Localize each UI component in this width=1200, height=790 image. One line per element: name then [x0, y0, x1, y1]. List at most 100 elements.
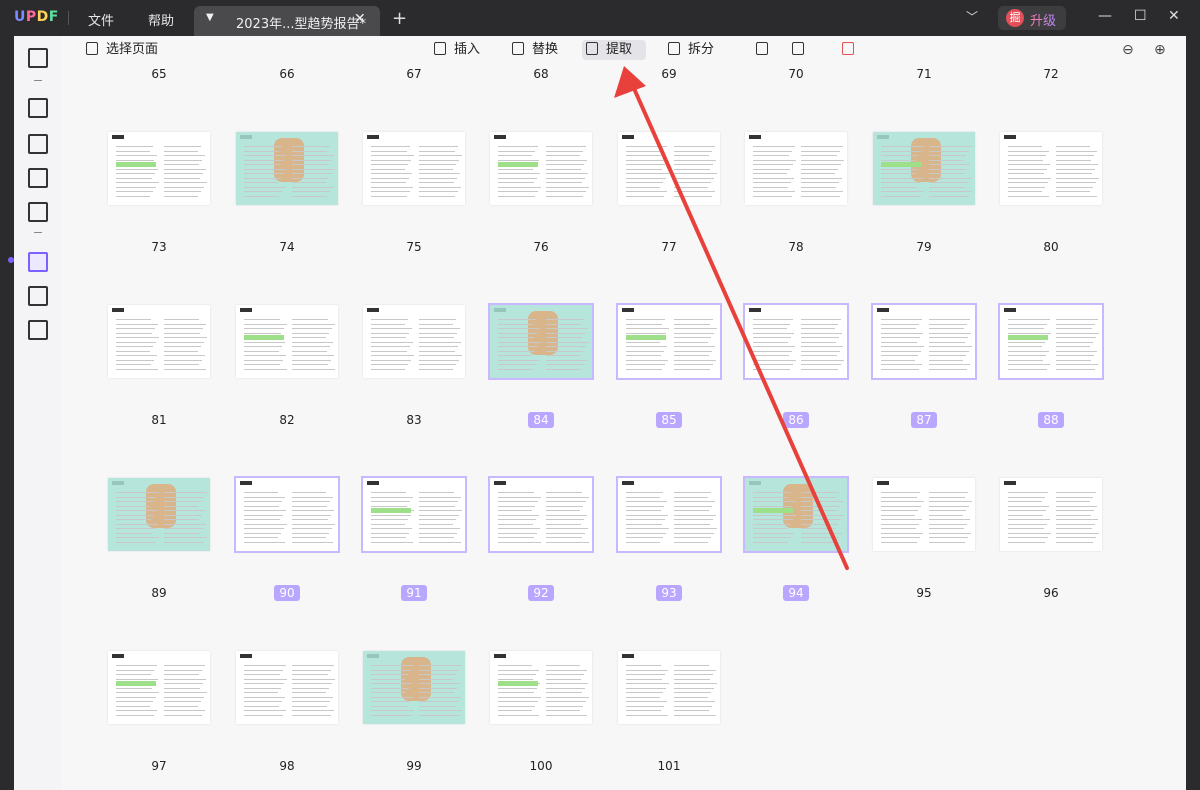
thumb-text-line — [753, 364, 793, 365]
page-thumbnail[interactable] — [236, 132, 338, 205]
thumb-text-line — [801, 368, 838, 370]
convert-icon[interactable] — [28, 320, 48, 340]
thumb-text-line — [498, 510, 532, 511]
thumb-text-line — [244, 528, 284, 529]
page-thumbnail[interactable] — [488, 476, 594, 553]
page-thumbnail[interactable] — [873, 132, 975, 205]
page-thumbnail[interactable] — [1000, 478, 1102, 551]
thumb-text-line — [371, 146, 410, 147]
page-thumbnail[interactable] — [488, 303, 594, 380]
thumb-text-line — [801, 501, 843, 502]
thumb-highlight — [116, 681, 156, 686]
page-thumbnail[interactable] — [743, 476, 849, 553]
page-thumbnail[interactable] — [108, 651, 210, 724]
page-thumbnail[interactable] — [490, 132, 592, 205]
chevron-down-icon[interactable]: ﹀ — [966, 8, 978, 25]
zoom-out-icon[interactable]: ⊖ — [1122, 42, 1134, 58]
tab-dropdown-icon[interactable]: ▼ — [206, 12, 214, 23]
crop-icon[interactable] — [28, 286, 48, 306]
comment-icon[interactable] — [28, 98, 48, 118]
thumb-logo — [494, 135, 506, 139]
split-button[interactable]: 拆分 — [668, 40, 714, 60]
split-icon — [668, 42, 680, 55]
page-thumbnail[interactable] — [873, 478, 975, 551]
avatar: 掘 — [1006, 9, 1024, 27]
delete-button[interactable] — [842, 40, 862, 60]
page-thumbnail[interactable] — [1000, 132, 1102, 205]
page-thumbnail[interactable] — [108, 132, 210, 205]
page-number: 95 — [916, 586, 932, 600]
thumb-text-line — [1056, 501, 1090, 502]
page-thumbnail[interactable] — [616, 476, 722, 553]
thumb-text-line — [626, 505, 664, 507]
select-pages-button[interactable]: 选择页面 — [86, 40, 158, 60]
upgrade-button[interactable]: 掘 升级 — [998, 6, 1066, 30]
extract-button[interactable]: 提取 — [582, 40, 646, 60]
document-tab[interactable]: ▼ 2023年...型趋势报告* ✕ — [194, 6, 380, 36]
rotate-right-button[interactable] — [792, 40, 812, 60]
page-thumbnail[interactable] — [490, 651, 592, 724]
thumb-text-line — [674, 168, 710, 170]
tab-close-icon[interactable]: ✕ — [354, 11, 366, 27]
reader-icon[interactable] — [28, 48, 48, 68]
thumb-text-line — [929, 164, 970, 165]
page-number: 69 — [661, 67, 677, 81]
thumb-text-line — [419, 159, 459, 161]
page-number: 101 — [657, 759, 681, 773]
page-thumbnail[interactable] — [236, 305, 338, 378]
thumb-text-line — [753, 341, 788, 343]
page-thumbnail[interactable] — [108, 305, 210, 378]
thumb-logo — [1004, 308, 1016, 312]
thumb-text-line — [292, 195, 327, 197]
minimize-icon[interactable]: — — [1098, 8, 1112, 24]
rotate-left-button[interactable] — [756, 40, 776, 60]
page-thumbnail[interactable] — [616, 303, 722, 380]
thumb-text-line — [419, 359, 459, 361]
thumb-text-line — [292, 355, 334, 356]
thumb-text-line — [546, 710, 580, 711]
page-thumbnail[interactable] — [108, 478, 210, 551]
thumb-text-line — [801, 359, 844, 361]
thumb-text-line — [881, 195, 921, 197]
page-thumbnail[interactable] — [234, 476, 340, 553]
thumb-text-line — [674, 505, 712, 507]
thumb-text-line — [1056, 528, 1092, 529]
thumb-text-line — [244, 683, 284, 684]
thumb-text-line — [674, 710, 709, 711]
replace-button[interactable]: 替换 — [512, 40, 558, 60]
thumb-text-line — [626, 332, 666, 334]
page-thumbnail[interactable] — [363, 651, 465, 724]
page-thumbnail[interactable] — [236, 651, 338, 724]
page-thumbnail[interactable] — [743, 303, 849, 380]
thumb-text-line — [546, 332, 585, 334]
menu-file[interactable]: 文件 — [88, 10, 114, 29]
page-thumbnail[interactable] — [363, 132, 465, 205]
thumb-logo — [240, 481, 252, 485]
thumb-text-line — [881, 496, 917, 498]
maximize-icon[interactable]: ☐ — [1134, 8, 1147, 24]
thumb-logo — [749, 308, 761, 312]
new-tab-icon[interactable]: + — [392, 8, 407, 29]
close-window-icon[interactable]: ✕ — [1168, 8, 1180, 24]
menu-help[interactable]: 帮助 — [148, 10, 174, 29]
thumb-text-line — [244, 355, 286, 356]
page-thumbnail[interactable] — [618, 132, 720, 205]
form-icon[interactable] — [28, 168, 48, 188]
organize-pages-icon[interactable] — [28, 252, 48, 272]
thumb-text-line — [881, 182, 920, 183]
thumb-text-line — [1056, 346, 1090, 347]
page-thumbnail[interactable] — [871, 303, 977, 380]
split-label: 拆分 — [688, 42, 715, 57]
page-thumbnail[interactable] — [363, 305, 465, 378]
edit-pdf-icon[interactable] — [28, 134, 48, 154]
page-thumbnail[interactable] — [361, 476, 467, 553]
page-thumbnail[interactable] — [998, 303, 1104, 380]
zoom-in-icon[interactable]: ⊕ — [1154, 42, 1166, 58]
sign-icon[interactable] — [28, 202, 48, 222]
page-number: 100 — [529, 759, 553, 773]
page-thumbnail[interactable] — [618, 651, 720, 724]
insert-button[interactable]: 插入 — [434, 40, 480, 60]
page-thumbnail[interactable] — [745, 132, 847, 205]
page-number: 66 — [279, 67, 295, 81]
thumb-text-line — [1056, 173, 1092, 174]
